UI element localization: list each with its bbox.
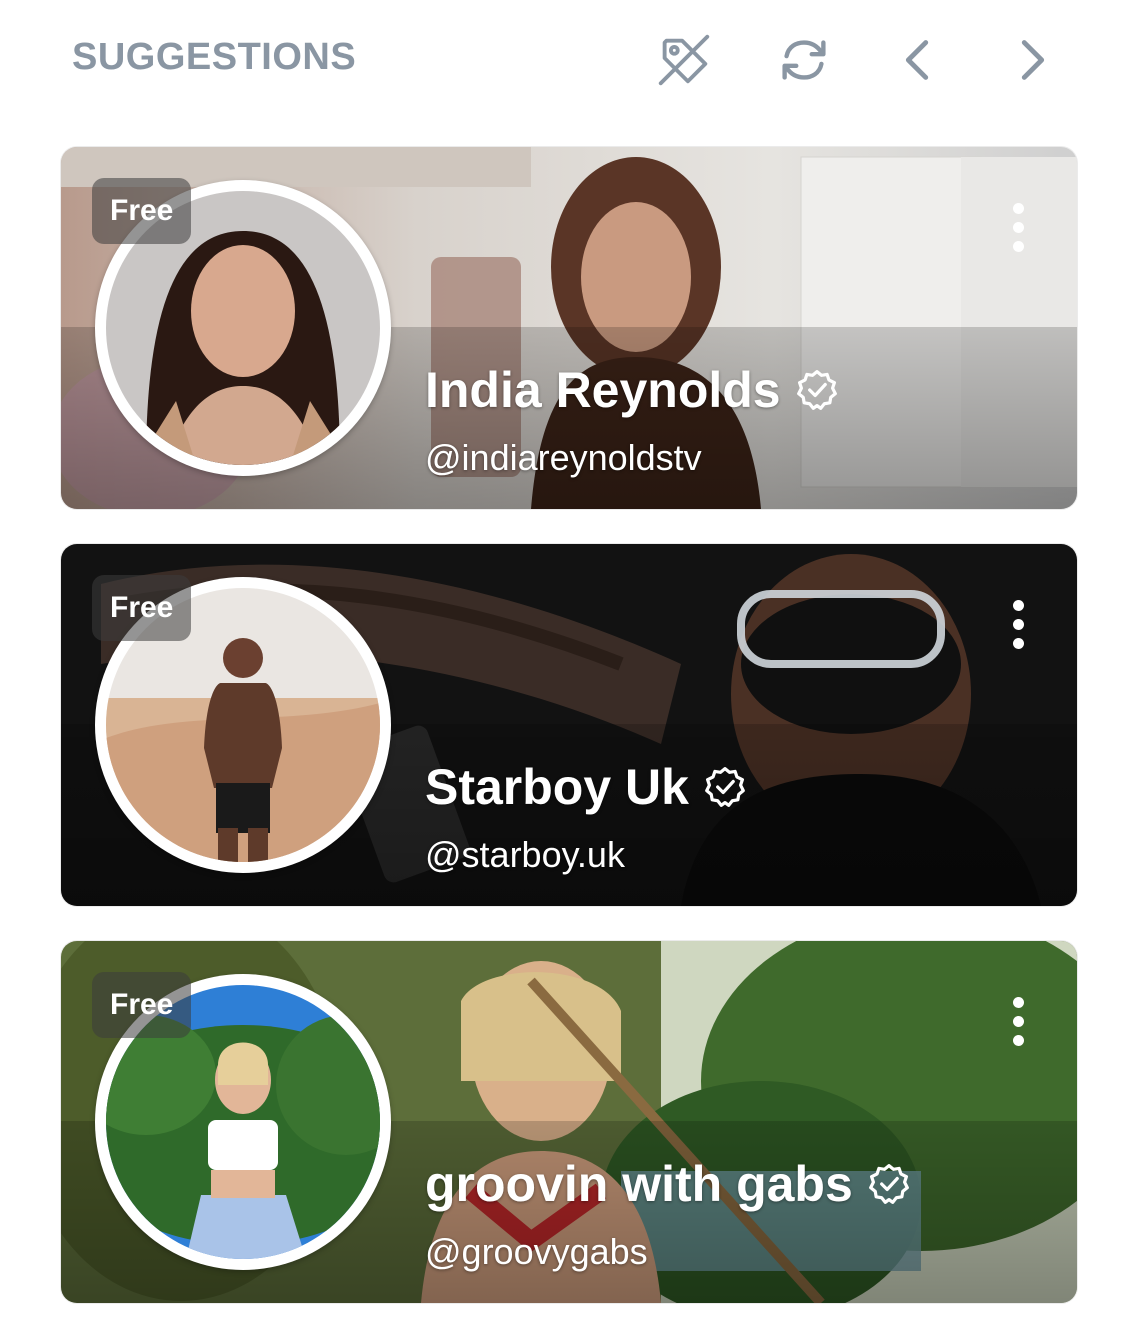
more-vertical-icon [1012,996,1024,1008]
more-vertical-icon [1012,599,1024,611]
refresh-button[interactable] [766,22,842,98]
more-vertical-icon [1012,202,1024,214]
price-tag-off-icon [658,34,710,86]
price-badge: Free [92,178,192,244]
creator-handle[interactable]: @groovygabs [425,1231,648,1273]
previous-button[interactable] [880,22,956,98]
creator-name[interactable]: Starboy Uk [425,758,689,816]
suggestion-card[interactable]: Free groovin with gabs @groovygabs [61,941,1077,1303]
more-options-button[interactable] [993,187,1043,267]
verified-icon [867,1162,911,1206]
price-badge: Free [92,972,192,1038]
refresh-icon [782,40,826,80]
more-options-button[interactable] [993,981,1043,1061]
creator-handle[interactable]: @indiareynoldstv [425,437,702,479]
suggestions-header: SUGGESTIONS [0,0,1146,120]
chevron-right-icon [1021,40,1045,80]
suggestion-card[interactable]: Free Starboy Uk @starboy.uk [61,544,1077,906]
verified-icon [703,765,747,809]
verified-icon [795,368,839,412]
creator-name[interactable]: India Reynolds [425,361,781,419]
free-filter-button[interactable] [646,22,722,98]
section-title: SUGGESTIONS [72,36,357,78]
creator-name[interactable]: groovin with gabs [425,1155,853,1213]
creator-handle[interactable]: @starboy.uk [425,834,625,876]
more-options-button[interactable] [993,584,1043,664]
suggestion-card[interactable]: Free India Reynolds @indiareynoldstv [61,147,1077,509]
next-button[interactable] [994,22,1070,98]
price-badge: Free [92,575,192,641]
chevron-left-icon [905,40,929,80]
